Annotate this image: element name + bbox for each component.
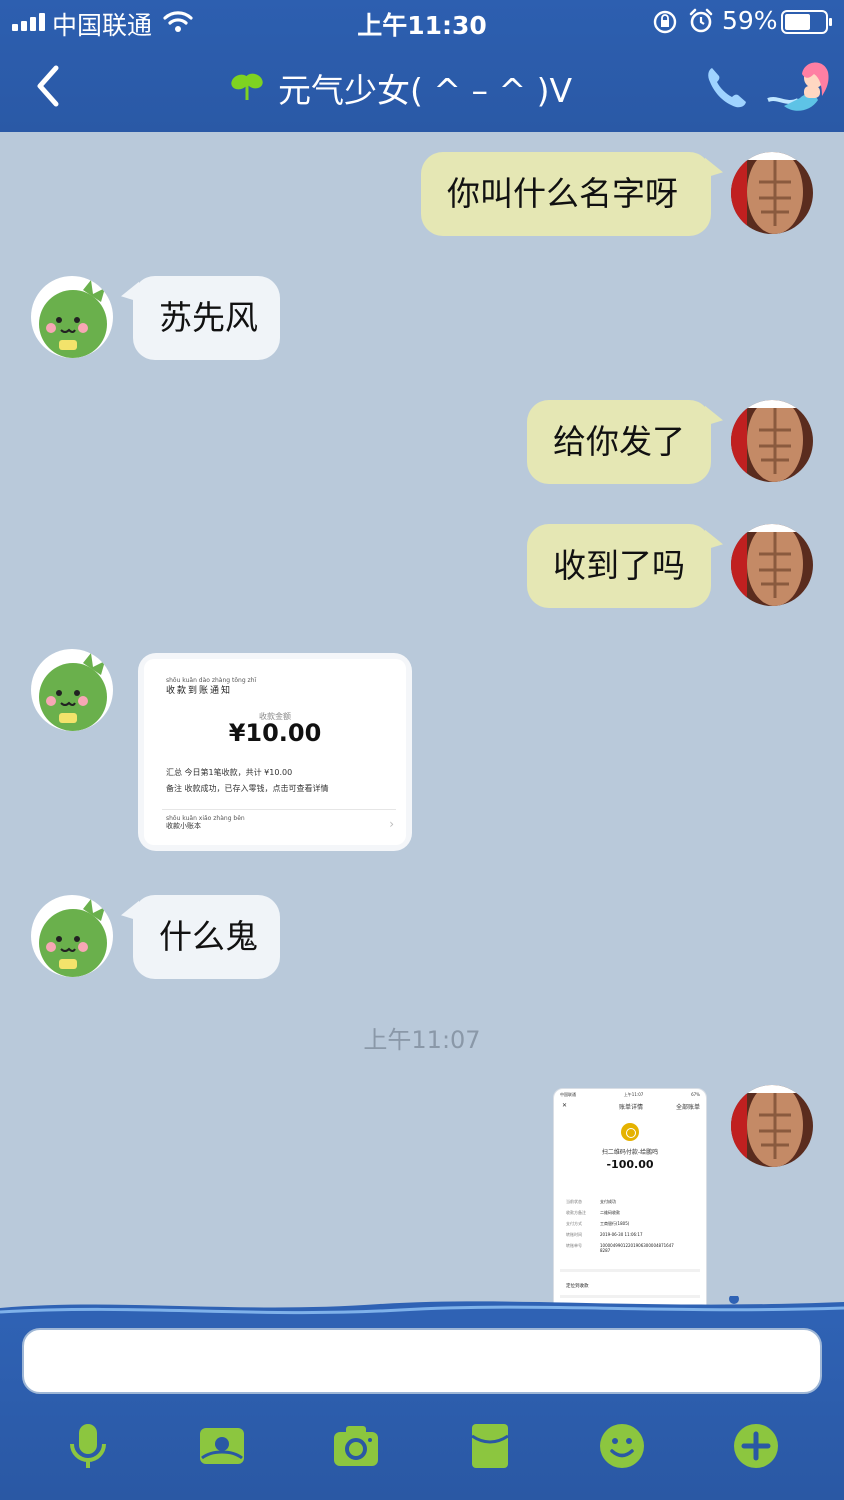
my-avatar[interactable] (731, 524, 813, 606)
input-bar (0, 1318, 844, 1500)
receipt-note: 备注 收款成功，已存入零钱，点击可查看详情 (166, 784, 329, 793)
receipt-summary: 汇总 今日第1笔收款，共计 ¥10.00 (166, 768, 293, 777)
image-icon[interactable] (198, 1422, 246, 1470)
contact-avatar[interactable] (31, 649, 113, 731)
screenshot-image-message[interactable]: 中国联通 上午11:07 67% ✕ 账单详情 全部账单 扫二维码付款-给鹏鸣 … (553, 1088, 707, 1322)
receipt-footer-link: 收款小账本 (166, 822, 201, 830)
receipt-title: 收款到账通知 (166, 686, 233, 696)
plus-icon[interactable] (732, 1422, 780, 1470)
phone-icon[interactable] (704, 64, 748, 110)
screenshot-nav: ✕ 账单详情 全部账单 (562, 1102, 700, 1111)
receipt-divider (162, 809, 396, 810)
message-bubble-incoming[interactable]: 什么鬼 (133, 895, 280, 979)
chevron-right-icon: › (389, 817, 394, 831)
screenshot-divider (560, 1269, 700, 1272)
camera-icon[interactable] (332, 1422, 380, 1470)
my-avatar[interactable] (731, 152, 813, 234)
chat-title: 元气少女( ^ – ^ )V (278, 71, 573, 110)
screenshot-amount: -100.00 (606, 1158, 654, 1171)
my-avatar[interactable] (731, 1085, 813, 1167)
status-bar: 中国联通 上午11:30 59% (0, 0, 844, 44)
nav-bar: 元气少女( ^ – ^ )V (0, 44, 844, 132)
top-bar: 中国联通 上午11:30 59% 元气少女(^ – ^)V (0, 0, 844, 132)
message-timestamp: 上午11:07 (363, 1026, 481, 1054)
message-bubble-outgoing[interactable]: 收到了吗 (527, 524, 711, 608)
battery-percent: 59% (722, 6, 778, 35)
red-packet-icon[interactable] (466, 1422, 514, 1470)
receipt-image-message[interactable]: shōu kuǎn dào zhàng tōng zhī 收款到账通知 收款金额… (138, 653, 412, 851)
detail-row: 转账时间 2019-06-30 11:06:17 (566, 1232, 643, 1237)
rotation-lock-icon (653, 10, 677, 34)
screenshot-all-bills: 全部账单 (675, 1104, 700, 1111)
chat-area[interactable]: 你叫什么名字呀 苏先风 给你发了 收到了吗 shōu kuǎn dào zhàn… (0, 132, 844, 1322)
detail-row: 转账单号 100004990122019063000048716478287 (566, 1243, 674, 1253)
screenshot-carrier: 中国联通 (560, 1092, 576, 1097)
message-bubble-outgoing[interactable]: 你叫什么名字呀 (421, 152, 711, 236)
mermaid-sticker-icon[interactable] (764, 56, 832, 118)
screenshot-time: 上午11:07 (623, 1092, 644, 1097)
detail-row: 收款方备注 二维码收款 (566, 1210, 620, 1215)
screenshot-battery: 67% (691, 1092, 700, 1097)
receipt-card: shōu kuǎn dào zhàng tōng zhī 收款到账通知 收款金额… (144, 659, 406, 845)
my-avatar[interactable] (731, 400, 813, 482)
message-bubble-incoming[interactable]: 苏先风 (133, 276, 280, 360)
screenshot-status-bar: 中国联通 上午11:07 67% (560, 1092, 700, 1098)
detail-row: 支付方式 工商银行(1805) (566, 1221, 630, 1226)
back-icon[interactable] (28, 62, 68, 110)
contact-avatar[interactable] (31, 895, 113, 977)
battery-icon (781, 10, 832, 34)
microphone-icon[interactable] (64, 1422, 112, 1470)
alarm-icon (689, 8, 713, 33)
screenshot-link: 定位到收款 (566, 1284, 589, 1289)
emoji-icon[interactable] (598, 1422, 646, 1470)
receipt-amount: ¥10.00 (228, 719, 322, 747)
detail-row: 当前状态 支付成功 (566, 1199, 616, 1204)
screenshot-description: 扫二维码付款-给鹏鸣 (601, 1149, 659, 1156)
payment-coin-icon (621, 1123, 639, 1141)
status-time: 上午11:30 (357, 11, 487, 40)
contact-avatar[interactable] (31, 276, 113, 358)
sprout-icon (231, 73, 263, 100)
message-bubble-outgoing[interactable]: 给你发了 (527, 400, 711, 484)
message-input[interactable] (22, 1328, 822, 1394)
